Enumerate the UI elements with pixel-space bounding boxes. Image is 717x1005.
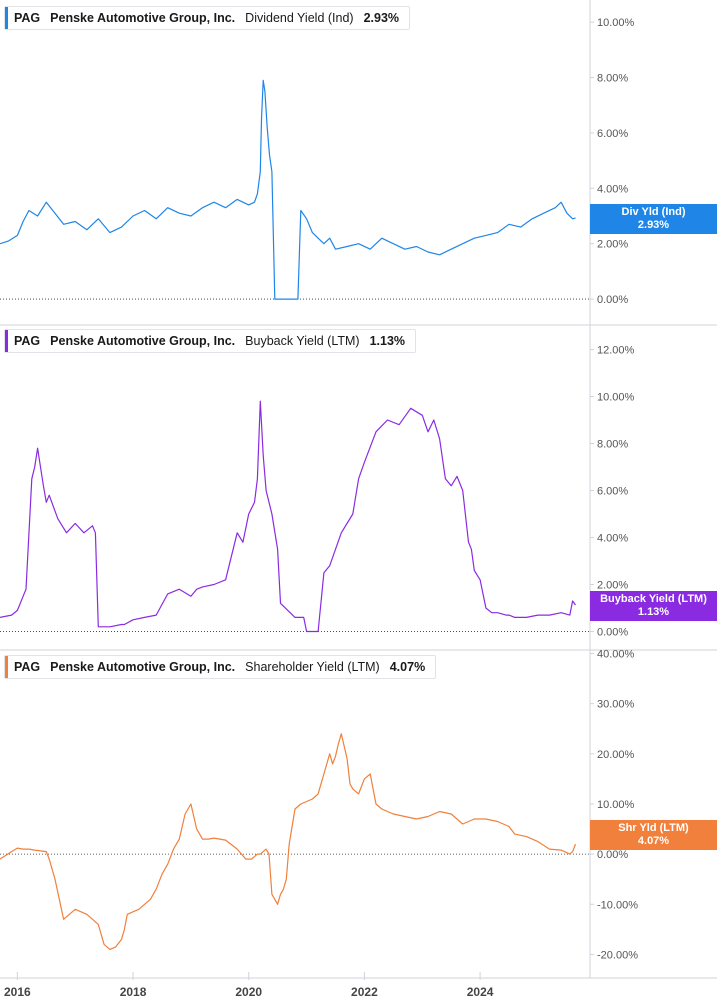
y-tick-label: 4.00% [597,183,628,195]
legend-company: Penske Automotive Group, Inc. [50,660,236,674]
y-tick-label: 4.00% [597,533,628,545]
badge-shareholder: Shr Yld (LTM) 4.07% [590,819,717,850]
series-line [0,400,576,633]
legend-ticker: PAG [14,11,41,25]
chart-canvas: 0.00% 2.00% 4.00% 6.00% 8.00% 10.00% 0.00% 2.00… [0,0,717,999]
legend-value: 2.93% [363,11,400,25]
badge-label: Buyback Yield (LTM) [600,592,707,605]
badge-value: 2.93% [637,218,670,231]
x-tick-label: 2016 [4,985,31,999]
badge-value: 4.07% [637,834,670,847]
legend-metric: Dividend Yield (Ind) [245,11,354,25]
y-tick-label: 40.00% [597,649,635,661]
y-tick-label: 0.00% [597,849,628,861]
y-tick-label: -20.00% [597,949,638,961]
y-tick-label: -10.00% [597,899,638,911]
y-tick-label: 0.00% [597,294,628,306]
y-tick-label: 6.00% [597,128,628,140]
y-tick-label: 12.00% [597,345,635,357]
y-tick-label: 10.00% [597,799,635,811]
series-layer [0,79,577,950]
y-tick-label: 6.00% [597,486,628,498]
legend-shareholder[interactable]: PAG Penske Automotive Group, Inc. Shareh… [4,655,437,679]
badge-label: Div Yld (Ind) [621,205,686,218]
legend-color-bar [5,7,8,29]
y-tick-label: 10.00% [597,392,635,404]
legend-company: Penske Automotive Group, Inc. [50,11,236,25]
badge-dividend: Div Yld (Ind) 2.93% [590,203,717,234]
badge-value: 1.13% [637,605,670,618]
badge-buyback: Buyback Yield (LTM) 1.13% [590,590,717,621]
legend-metric: Buyback Yield (LTM) [245,334,360,348]
legend-buyback[interactable]: PAG Penske Automotive Group, Inc. Buybac… [4,329,417,353]
y-tick-label: 20.00% [597,749,635,761]
x-tick-label: 2024 [467,985,494,999]
axis-layer: 0.00% 2.00% 4.00% 6.00% 8.00% 10.00% 0.00% 2.00… [0,17,717,999]
legend-value: 1.13% [369,334,406,348]
legend-ticker: PAG [14,334,41,348]
series-line [0,733,577,950]
legend-color-bar [5,330,8,352]
y-tick-label: 2.00% [597,580,628,592]
y-tick-label: 2.00% [597,239,628,251]
legend-ticker: PAG [14,660,41,674]
y-tick-label: 30.00% [597,699,635,711]
legend-dividend[interactable]: PAG Penske Automotive Group, Inc. Divide… [4,6,411,30]
series-line [0,79,576,300]
legend-company: Penske Automotive Group, Inc. [50,334,236,348]
legend-metric: Shareholder Yield (LTM) [245,660,380,674]
x-tick-label: 2020 [235,985,262,999]
y-tick-label: 8.00% [597,439,628,451]
legend-value: 4.07% [389,660,426,674]
y-tick-label: 0.00% [597,627,628,639]
y-tick-label: 10.00% [597,17,635,29]
legend-color-bar [5,656,8,678]
x-tick-label: 2022 [351,985,378,999]
y-tick-label: 8.00% [597,73,628,85]
x-tick-label: 2018 [120,985,147,999]
badge-label: Shr Yld (LTM) [618,821,689,834]
